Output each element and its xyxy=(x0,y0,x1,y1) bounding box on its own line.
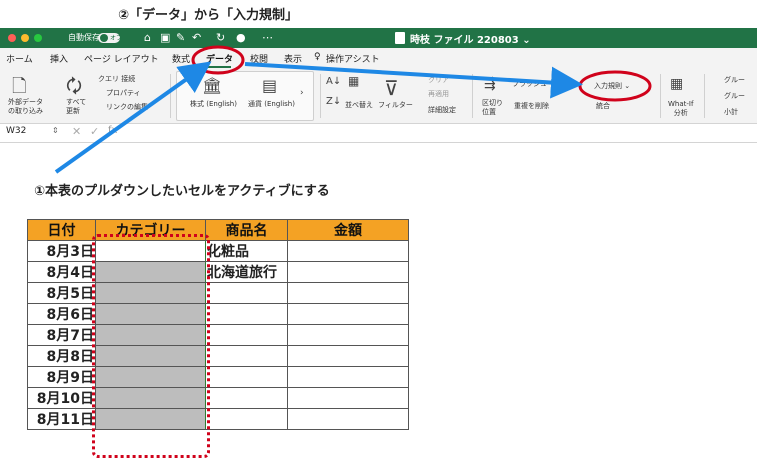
annotation-overlay xyxy=(54,45,652,174)
arrow-to-data-tab xyxy=(54,61,212,174)
data-validation-circle xyxy=(578,70,652,102)
arrow-to-validation xyxy=(244,62,583,99)
